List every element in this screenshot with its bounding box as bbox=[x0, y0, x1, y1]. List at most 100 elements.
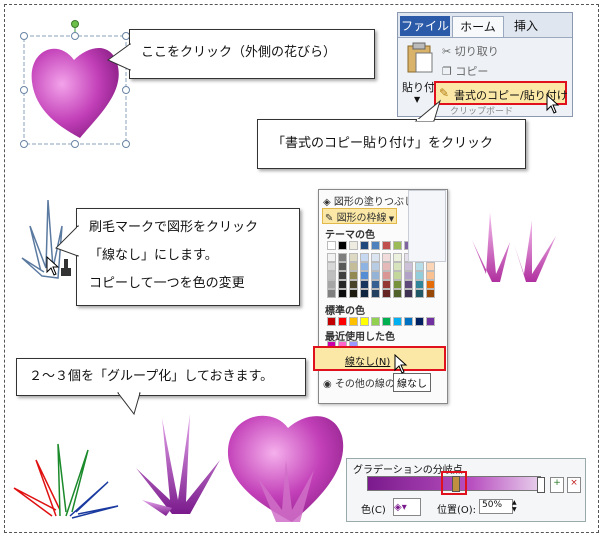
color-swatch[interactable] bbox=[338, 262, 347, 271]
ribbon-tab-strip: ファイル ホーム 挿入 bbox=[398, 13, 572, 38]
color-swatch[interactable] bbox=[426, 317, 435, 326]
purple-grass-group-shape[interactable] bbox=[132, 408, 224, 520]
selected-petal-shape[interactable] bbox=[18, 20, 130, 148]
callout-line-3: コピーして一つを色の変更 bbox=[89, 276, 245, 291]
color-swatch[interactable] bbox=[404, 271, 413, 280]
clipboard-group-label: クリップボード bbox=[450, 107, 514, 117]
color-swatch[interactable] bbox=[349, 241, 358, 250]
color-swatch[interactable] bbox=[338, 289, 347, 298]
color-swatch[interactable] bbox=[338, 253, 347, 262]
color-swatch[interactable] bbox=[393, 271, 402, 280]
position-spinner[interactable]: ▲ ▼ bbox=[512, 499, 520, 513]
color-picker-button[interactable]: ◈▾ bbox=[393, 498, 421, 516]
color-swatch[interactable] bbox=[393, 289, 402, 298]
no-line-menu-item[interactable]: 線なし(N) bbox=[313, 346, 446, 371]
stop-marker bbox=[452, 476, 460, 492]
tab-file[interactable]: ファイル bbox=[400, 16, 450, 36]
color-swatch[interactable] bbox=[393, 262, 402, 271]
tab-home[interactable]: ホーム bbox=[452, 16, 504, 37]
color-swatch[interactable] bbox=[382, 253, 391, 262]
color-swatch[interactable] bbox=[415, 271, 424, 280]
color-swatch[interactable] bbox=[371, 289, 380, 298]
position-input[interactable]: 50% bbox=[479, 499, 513, 514]
shape-fill-menu[interactable]: ◈ 図形の塗りつぶし bbox=[323, 193, 414, 208]
color-swatch[interactable] bbox=[371, 253, 380, 262]
color-swatch[interactable] bbox=[371, 317, 380, 326]
color-swatch[interactable] bbox=[327, 262, 336, 271]
color-swatch[interactable] bbox=[349, 289, 358, 298]
color-swatch[interactable] bbox=[415, 262, 424, 271]
color-swatch[interactable] bbox=[327, 241, 336, 250]
color-swatch[interactable] bbox=[349, 271, 358, 280]
callout-tail bbox=[414, 99, 441, 122]
other-colors-label: その他の線の bbox=[334, 379, 395, 390]
color-swatch[interactable] bbox=[382, 262, 391, 271]
wordart-preview-partial bbox=[408, 190, 446, 262]
colored-outline-grass-shape[interactable] bbox=[12, 440, 122, 522]
color-swatch[interactable] bbox=[327, 289, 336, 298]
color-swatch[interactable] bbox=[349, 253, 358, 262]
standard-color-row[interactable] bbox=[327, 317, 445, 326]
petal-with-leaves-shape[interactable] bbox=[222, 406, 352, 526]
color-swatch[interactable] bbox=[338, 241, 347, 250]
color-swatch[interactable] bbox=[426, 289, 435, 298]
shape-outline-menu[interactable]: ✎ 図形の枠線 ▼ bbox=[322, 208, 398, 224]
color-swatch[interactable] bbox=[327, 280, 336, 289]
color-swatch[interactable] bbox=[415, 317, 424, 326]
gradient-stops-panel: グラデーションの分岐点 + × 色(C) ◈▾ 位置(O): 50% ▲ ▼ bbox=[346, 458, 586, 522]
color-swatch[interactable] bbox=[426, 271, 435, 280]
color-swatch[interactable] bbox=[404, 262, 413, 271]
color-swatch[interactable] bbox=[360, 253, 369, 262]
color-swatch[interactable] bbox=[404, 280, 413, 289]
color-swatch[interactable] bbox=[404, 317, 413, 326]
other-line-colors-item[interactable]: ◉ その他の線の bbox=[323, 375, 395, 390]
color-swatch[interactable] bbox=[415, 289, 424, 298]
pink-grass-shape[interactable] bbox=[466, 206, 562, 286]
color-swatch[interactable] bbox=[338, 280, 347, 289]
color-swatch[interactable] bbox=[382, 271, 391, 280]
no-line-tooltip: 線なし bbox=[393, 373, 431, 392]
color-swatch[interactable] bbox=[349, 262, 358, 271]
color-swatch[interactable] bbox=[360, 289, 369, 298]
color-swatch[interactable] bbox=[393, 241, 402, 250]
color-swatch[interactable] bbox=[393, 280, 402, 289]
color-swatch[interactable] bbox=[327, 317, 336, 326]
color-swatch[interactable] bbox=[393, 253, 402, 262]
color-swatch[interactable] bbox=[327, 253, 336, 262]
color-swatch[interactable] bbox=[371, 241, 380, 250]
callout-text: ここをクリック（外側の花びら） bbox=[141, 45, 337, 60]
color-swatch[interactable] bbox=[360, 241, 369, 250]
color-swatch[interactable] bbox=[415, 280, 424, 289]
color-swatch[interactable] bbox=[327, 271, 336, 280]
callout-text: 「書式のコピー貼り付け」をクリック bbox=[272, 136, 494, 151]
color-swatch[interactable] bbox=[338, 271, 347, 280]
mouse-cursor-icon bbox=[546, 94, 560, 114]
color-swatch[interactable] bbox=[360, 280, 369, 289]
color-swatch[interactable] bbox=[349, 280, 358, 289]
color-swatch[interactable] bbox=[426, 262, 435, 271]
paint-bucket-icon: ◈ bbox=[323, 197, 334, 208]
color-swatch[interactable] bbox=[360, 262, 369, 271]
color-swatch[interactable] bbox=[382, 280, 391, 289]
color-swatch[interactable] bbox=[360, 317, 369, 326]
remove-stop-button[interactable]: × bbox=[567, 477, 581, 493]
add-stop-button[interactable]: + bbox=[550, 477, 564, 493]
color-swatch[interactable] bbox=[426, 280, 435, 289]
copy-button[interactable]: ❐ コピー bbox=[442, 63, 488, 79]
color-swatch[interactable] bbox=[360, 271, 369, 280]
color-swatch[interactable] bbox=[371, 271, 380, 280]
color-swatch[interactable] bbox=[382, 317, 391, 326]
color-swatch[interactable] bbox=[338, 317, 347, 326]
color-swatch[interactable] bbox=[382, 241, 391, 250]
color-swatch[interactable] bbox=[371, 262, 380, 271]
color-swatch[interactable] bbox=[382, 289, 391, 298]
color-swatch[interactable] bbox=[371, 280, 380, 289]
cut-button[interactable]: ✂ 切り取り bbox=[442, 43, 499, 59]
tab-insert[interactable]: 挿入 bbox=[506, 16, 546, 36]
color-swatch[interactable] bbox=[349, 317, 358, 326]
color-swatch[interactable] bbox=[404, 289, 413, 298]
gradient-end-stop[interactable] bbox=[537, 477, 545, 493]
position-label: 位置(O): bbox=[437, 505, 477, 516]
gradient-stop-handle[interactable] bbox=[441, 471, 467, 495]
color-swatch[interactable] bbox=[393, 317, 402, 326]
